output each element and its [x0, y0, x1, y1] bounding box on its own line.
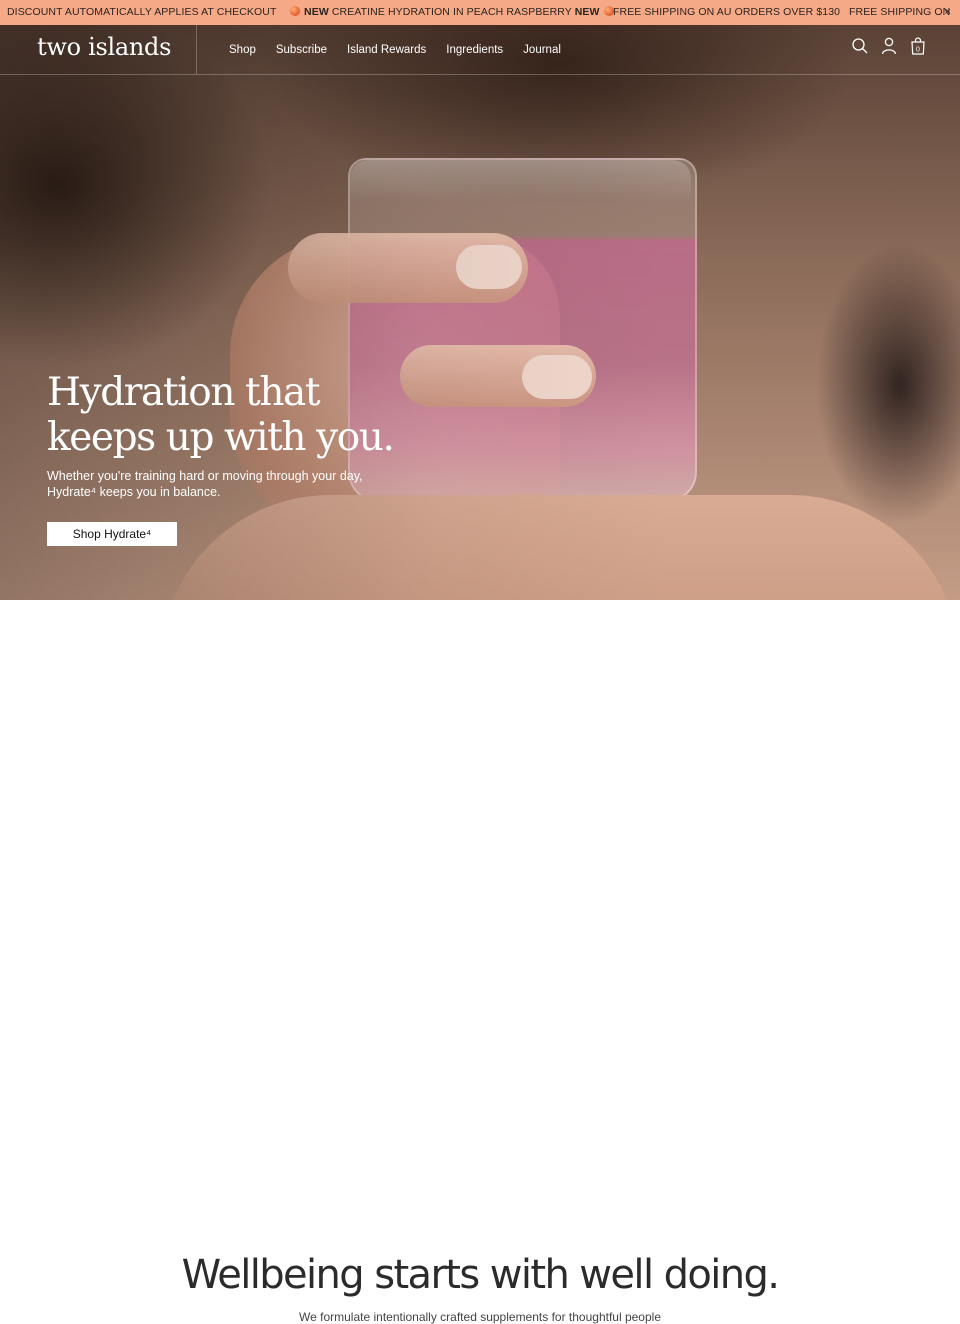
nav-ingredients[interactable]: Ingredients — [446, 44, 503, 56]
header-divider — [196, 25, 197, 74]
main-nav: Shop Subscribe Island Rewards Ingredient… — [229, 25, 581, 74]
nav-shop[interactable]: Shop — [229, 44, 256, 56]
hero-title: Hydration that keeps up with you. — [47, 370, 467, 460]
header-icons: 0 — [852, 37, 926, 55]
intro-subtext: We formulate intentionally crafted suppl… — [299, 1310, 661, 1324]
account-icon[interactable] — [881, 37, 897, 55]
hero-image — [0, 25, 960, 600]
new-badge: NEW — [574, 6, 600, 18]
shop-hydrate-button[interactable]: Shop Hydrate⁴ — [47, 522, 177, 546]
new-badge: NEW — [304, 6, 329, 18]
search-icon[interactable] — [852, 37, 868, 55]
announcement-shipping: FREE SHIPPING ON AU ORDERS OVER $130 — [613, 6, 841, 18]
hero-title-line: keeps up with you. — [47, 415, 395, 460]
hero-subtitle-line: Whether you're training hard or moving t… — [47, 469, 363, 483]
intro-heading: Wellbeing starts with well doing. — [181, 1252, 780, 1298]
announcement-new-product[interactable]: NEW CREATINE HYDRATION IN PEACH RASPBERR… — [289, 0, 615, 25]
cart-count: 0 — [916, 47, 920, 54]
hero-title-line: Hydration that — [47, 370, 321, 415]
announcement-discount: DISCOUNT AUTOMATICALLY APPLIES AT CHECKO… — [7, 6, 277, 18]
site-header: two islands Shop Subscribe Island Reward… — [0, 25, 960, 75]
hero-subtitle: Whether you're training hard or moving t… — [47, 468, 367, 500]
nav-journal[interactable]: Journal — [523, 44, 561, 56]
cart-icon[interactable]: 0 — [910, 37, 926, 55]
announcement-shipping-repeat: FREE SHIPPING ON — [849, 6, 951, 18]
nav-subscribe[interactable]: Subscribe — [276, 44, 327, 56]
peach-icon — [290, 6, 300, 16]
announcement-bar: DISCOUNT AUTOMATICALLY APPLIES AT CHECKO… — [0, 0, 960, 25]
hero-subtitle-line: Hydrate⁴ keeps you in balance. — [47, 485, 221, 499]
logo[interactable]: two islands — [37, 33, 171, 61]
close-icon[interactable]: × — [944, 0, 951, 25]
hero-overlay — [0, 25, 960, 600]
nav-island-rewards[interactable]: Island Rewards — [347, 44, 426, 56]
announcement-product-name: CREATINE HYDRATION IN PEACH RASPBERRY — [331, 6, 572, 18]
